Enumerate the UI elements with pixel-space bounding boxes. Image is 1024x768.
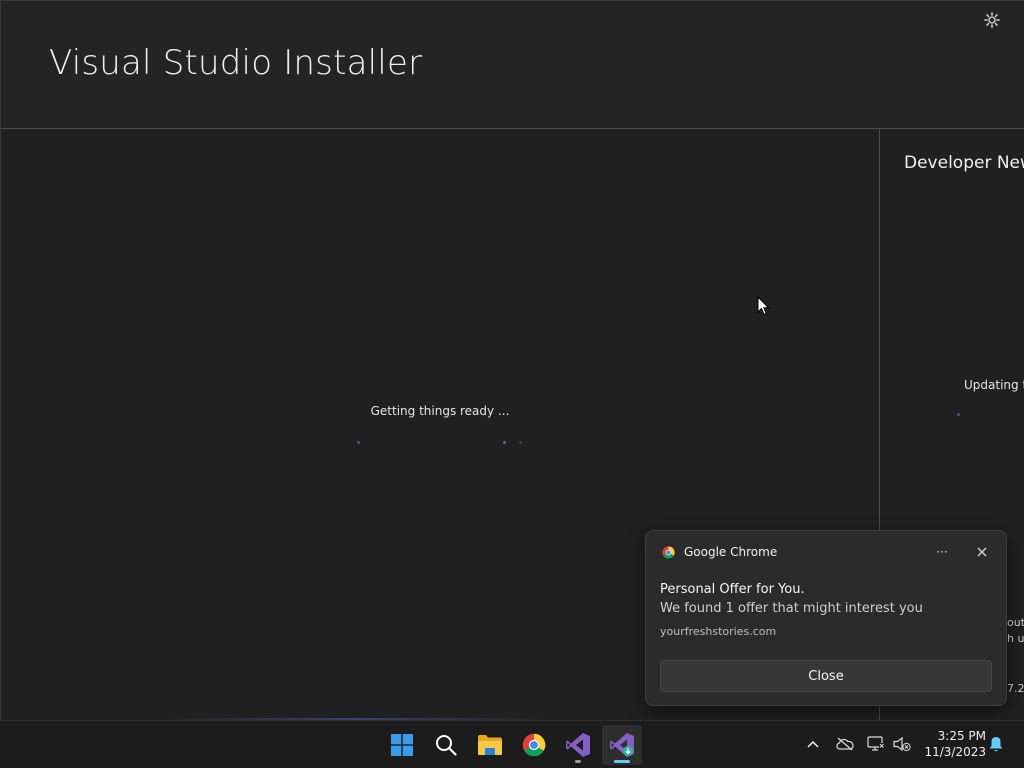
show-hidden-icons-button[interactable] <box>802 733 824 755</box>
taskbar-active-indicator <box>614 760 630 763</box>
onedrive-offline-icon <box>836 737 854 751</box>
mouse-cursor-icon <box>757 296 770 316</box>
desktop: Visual Studio Installer Getting things r… <box>0 0 1024 768</box>
volume-muted-icon <box>893 736 911 752</box>
toast-source: yourfreshstories.com <box>660 625 777 638</box>
loading-text: Getting things ready ... <box>370 404 510 418</box>
visual-studio-icon <box>566 733 590 757</box>
taskbar-file-explorer[interactable] <box>470 725 510 765</box>
windows-icon <box>391 734 413 756</box>
network-icon <box>867 736 884 751</box>
spinner-dot <box>357 441 360 444</box>
taskbar-running-indicator <box>575 760 581 763</box>
news-spinner-dot <box>957 413 960 416</box>
notifications-button[interactable] <box>985 733 1007 755</box>
taskbar-visual-studio-installer[interactable] <box>602 725 642 765</box>
visual-studio-installer-icon <box>610 733 634 757</box>
clock-time: 3:25 PM <box>937 729 986 743</box>
news-fragment: out <box>1007 616 1024 629</box>
spinner-dot <box>519 441 522 444</box>
taskbar-clock[interactable]: 3:25 PM 11/3/2023 <box>920 728 986 760</box>
page-title: Visual Studio Installer <box>49 43 423 83</box>
chrome-icon <box>522 733 546 757</box>
news-fragment: h u <box>1007 632 1024 645</box>
spinner-dot <box>503 441 506 444</box>
settings-button[interactable] <box>981 9 1003 31</box>
toast-app-name: Google Chrome <box>684 545 778 559</box>
taskbar-chrome[interactable] <box>514 725 554 765</box>
network-tray-button[interactable] <box>865 733 887 755</box>
toast-dismiss-button[interactable] <box>970 541 994 563</box>
volume-tray-button[interactable] <box>891 733 913 755</box>
header: Visual Studio Installer <box>1 1 1024 129</box>
chevron-up-icon <box>807 741 819 748</box>
toast-body: We found 1 offer that might interest you <box>660 601 923 616</box>
toast-more-button[interactable]: ··· <box>930 541 954 563</box>
clock-date: 11/3/2023 <box>924 745 986 759</box>
taskbar-visual-studio[interactable] <box>558 725 598 765</box>
folder-icon <box>478 735 502 755</box>
taskbar: 3:25 PM 11/3/2023 <box>0 720 1024 768</box>
onedrive-tray-button[interactable] <box>834 733 856 755</box>
more-icon: ··· <box>936 545 948 559</box>
news-title: Developer News <box>904 153 1024 173</box>
gear-icon <box>984 12 1000 28</box>
bell-icon <box>989 736 1003 751</box>
chrome-icon <box>662 546 675 559</box>
taskbar-search-button[interactable] <box>426 725 466 765</box>
chrome-notification-toast[interactable]: Google Chrome ··· Personal Offer for You… <box>645 530 1007 706</box>
news-updating-text: Updating the feed... <box>964 378 1024 392</box>
toast-close-button[interactable]: Close <box>660 660 992 692</box>
close-icon <box>977 547 987 557</box>
search-icon <box>436 735 457 756</box>
start-button[interactable] <box>382 725 422 765</box>
toast-title: Personal Offer for You. <box>660 582 805 597</box>
news-fragment: 7.21 <box>1007 682 1024 695</box>
